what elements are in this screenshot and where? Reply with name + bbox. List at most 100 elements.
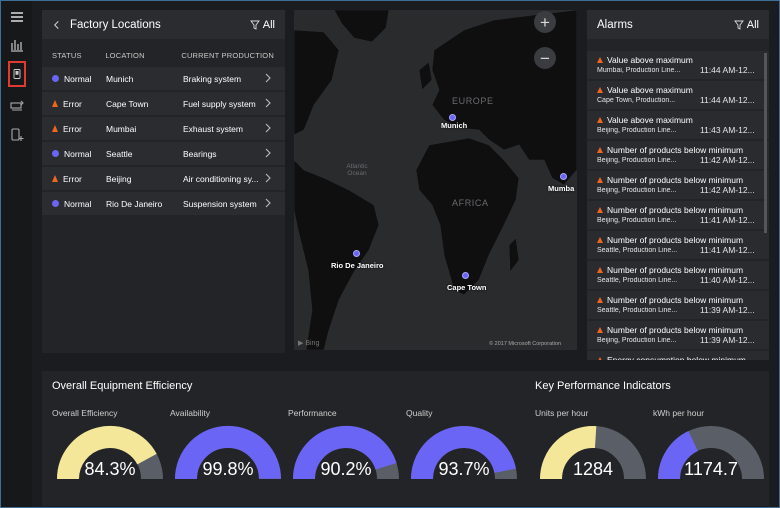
table-row[interactable]: Error Mumbai Exhaust system	[42, 117, 285, 140]
alarm-item[interactable]: Value above maximum Cape Town, Production…	[587, 81, 769, 109]
map-pin-capetown[interactable]	[462, 272, 469, 279]
alarm-meta: Mumbai, Production Line... 11:44 AM-12...	[597, 65, 765, 75]
alarm-item[interactable]: Number of products below minimum Seattle,…	[587, 291, 769, 319]
alarm-title-row: Value above maximum	[597, 55, 765, 65]
alarm-title: Energy consumption below minimum	[607, 355, 746, 360]
chevron-right-icon[interactable]	[264, 148, 272, 158]
alarm-time: 11:39 AM-12...	[700, 335, 755, 345]
alarm-title: Number of products below minimum	[607, 235, 744, 245]
alarm-title: Number of products below minimum	[607, 265, 744, 275]
table-row[interactable]: Normal Rio De Janeiro Suspension system	[42, 192, 285, 215]
alarm-time: 11:40 AM-12...	[700, 275, 755, 285]
alarm-title: Number of products below minimum	[607, 325, 744, 335]
filter-label: All	[262, 18, 275, 31]
column-location[interactable]: LOCATION	[105, 51, 181, 67]
alarm-item[interactable]: Number of products below minimum Seattle,…	[587, 231, 769, 259]
warning-icon	[597, 267, 603, 273]
gauge-label: kWh per hour	[653, 408, 705, 418]
alarm-item[interactable]: Number of products below minimum Beijing,…	[587, 141, 769, 169]
alarms-filter-button[interactable]: All	[733, 19, 759, 31]
location-cell: Mumbai	[106, 123, 137, 134]
alarm-title-row: Number of products below minimum	[597, 295, 765, 305]
rules-icon[interactable]	[7, 95, 27, 115]
alarm-meta: Beijing, Production Line... 11:41 AM-12..…	[597, 215, 765, 225]
efficiency-panel: Overall Equipment Efficiency Key Perform…	[42, 371, 769, 506]
chevron-right-icon[interactable]	[264, 73, 272, 83]
status-text: Error	[63, 173, 82, 184]
status-text: Normal	[64, 198, 92, 209]
chevron-right-icon[interactable]	[264, 98, 272, 108]
region-label-europe: EUROPE	[452, 96, 494, 106]
location-cell: Rio De Janeiro	[106, 198, 163, 209]
alarm-time: 11:44 AM-12...	[700, 95, 755, 105]
column-production[interactable]: CURRENT PRODUCTION	[181, 51, 285, 67]
dashboard-icon[interactable]	[7, 35, 27, 55]
gauge-label: Units per hour	[535, 408, 589, 418]
alarm-item[interactable]: Energy consumption below minimum	[587, 351, 769, 360]
add-device-icon[interactable]	[7, 125, 27, 145]
bing-logo: ▶ Bing	[298, 340, 320, 347]
chevron-right-icon[interactable]	[264, 198, 272, 208]
alarm-title-row: Value above maximum	[597, 115, 765, 125]
table-row[interactable]: Error Cape Town Fuel supply system	[42, 92, 285, 115]
gauge-value: 99.8%	[202, 459, 254, 479]
status-dot-icon	[52, 150, 59, 157]
warning-icon	[597, 177, 603, 183]
menu-icon[interactable]	[7, 7, 27, 27]
table-row[interactable]: Normal Seattle Bearings	[42, 142, 285, 165]
warning-icon	[597, 57, 603, 63]
zoom-in-button[interactable]: +	[534, 11, 556, 33]
city-label-mumbai: Mumba	[548, 184, 575, 193]
location-cell: Cape Town	[106, 98, 149, 109]
alarm-meta: Cape Town, Production... 11:44 AM-12...	[597, 95, 765, 105]
alarm-time: 11:41 AM-12...	[700, 245, 755, 255]
chevron-right-icon[interactable]	[264, 173, 272, 183]
alarm-meta: Beijing, Production Line... 11:43 AM-12..…	[597, 125, 765, 135]
alarm-item[interactable]: Value above maximum Beijing, Production L…	[587, 111, 769, 139]
alarm-title-row: Number of products below minimum	[597, 175, 765, 185]
alarm-item[interactable]: Number of products below minimum Beijing,…	[587, 201, 769, 229]
alarm-title: Number of products below minimum	[607, 145, 744, 155]
alarm-source: Beijing, Production Line...	[597, 187, 677, 194]
alarm-scrollbar[interactable]	[764, 53, 767, 233]
alarm-source: Seattle, Production Line...	[597, 277, 678, 284]
status-cell: Error	[52, 174, 106, 184]
bing-logo-text: Bing	[305, 340, 320, 347]
alarm-title-row: Number of products below minimum	[597, 235, 765, 245]
alarm-title-row: Number of products below minimum	[597, 145, 765, 155]
alarm-title: Number of products below minimum	[607, 205, 744, 215]
zoom-out-button[interactable]: −	[534, 47, 556, 69]
map-pin-rio[interactable]	[353, 250, 360, 257]
column-status[interactable]: STATUS	[52, 51, 105, 67]
alarms-title: Alarms	[597, 18, 633, 31]
device-icon[interactable]	[8, 61, 26, 87]
alarm-list[interactable]: Value above maximum Mumbai, Production Li…	[587, 51, 769, 360]
status-cell: Normal	[52, 74, 106, 84]
alarm-item[interactable]: Number of products below minimum Beijing,…	[587, 171, 769, 199]
warning-icon	[597, 357, 603, 360]
nav-rail	[1, 1, 32, 507]
factory-locations-panel: Factory Locations All STATUS LOCATION CU…	[42, 10, 285, 353]
alarm-source: Beijing, Production Line...	[597, 157, 677, 164]
region-label-africa: AFRICA	[452, 198, 489, 208]
alarm-item[interactable]: Value above maximum Mumbai, Production Li…	[587, 51, 769, 79]
alarms-header: Alarms All	[587, 10, 769, 39]
warning-icon	[52, 125, 58, 132]
alarm-meta: Seattle, Production Line... 11:41 AM-12..…	[597, 245, 765, 255]
alarm-item[interactable]: Number of products below minimum Beijing,…	[587, 321, 769, 349]
city-label-rio: Rio De Janeiro	[331, 261, 384, 270]
chevron-right-icon[interactable]	[264, 123, 272, 133]
filter-button[interactable]: All	[249, 18, 275, 31]
back-chevron-icon[interactable]	[52, 20, 61, 30]
map-panel[interactable]: EUROPE AFRICA Atlantic Ocean Munich Mumb…	[294, 10, 577, 350]
alarm-source: Mumbai, Production Line...	[597, 67, 681, 74]
filter-icon	[733, 20, 744, 30]
alarm-item[interactable]: Number of products below minimum Seattle,…	[587, 261, 769, 289]
warning-icon	[597, 87, 603, 93]
map-pin-munich[interactable]	[449, 114, 456, 121]
table-row[interactable]: Error Beijing Air conditioning sy...	[42, 167, 285, 190]
gauge-label: Overall Efficiency	[52, 408, 118, 418]
alarm-source: Beijing, Production Line...	[597, 127, 677, 134]
map-pin-mumbai[interactable]	[560, 173, 567, 180]
table-row[interactable]: Normal Munich Braking system	[42, 67, 285, 90]
